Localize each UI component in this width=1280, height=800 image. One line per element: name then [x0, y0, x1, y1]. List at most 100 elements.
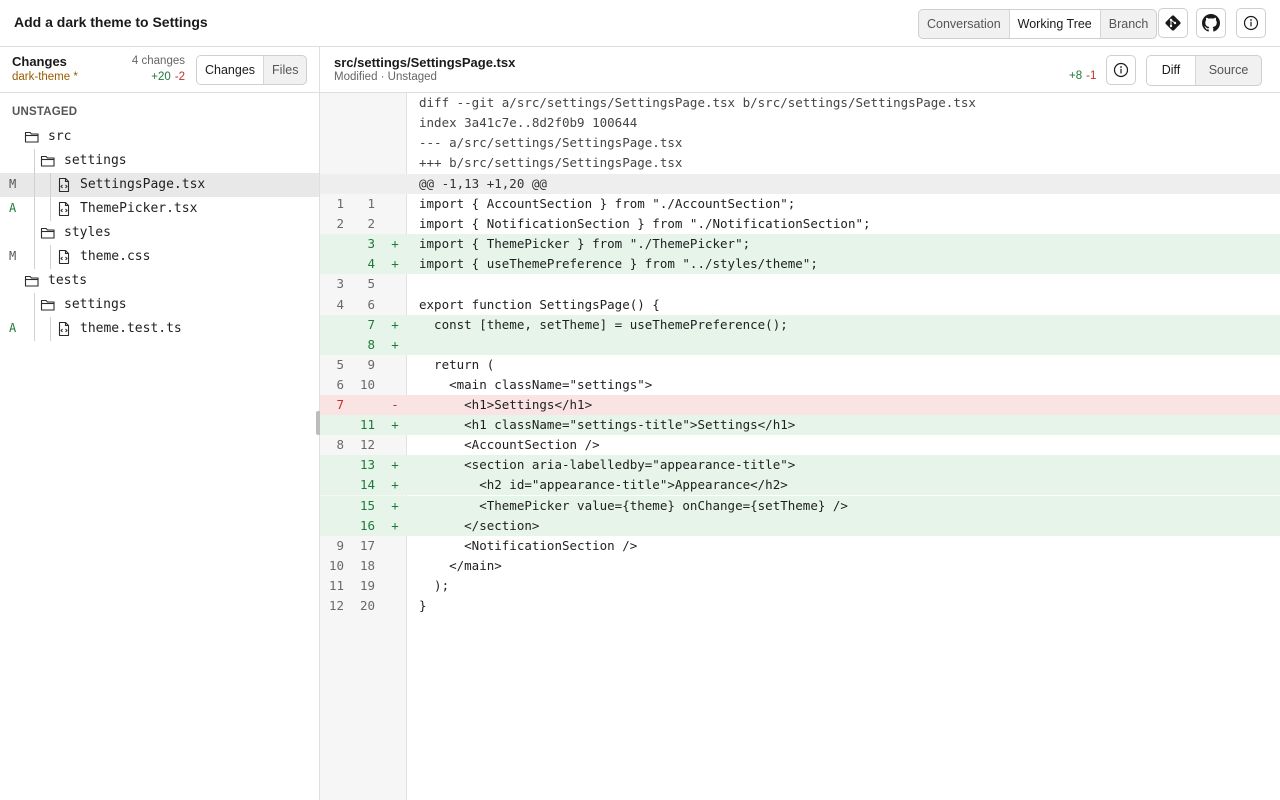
- new-line-number: 15: [359, 497, 375, 513]
- diff-header-text: --- a/src/settings/SettingsPage.tsx: [419, 135, 683, 150]
- new-line-number: 2: [367, 216, 375, 232]
- file-path: src/settings/SettingsPage.tsx: [334, 55, 516, 70]
- code-text: const [theme, setTheme] = useThemePrefer…: [419, 316, 788, 332]
- context-line: 11 19 );: [320, 576, 1280, 596]
- code-text: import { NotificationSection } from "./N…: [419, 216, 871, 232]
- branch-name: dark-theme *: [12, 71, 78, 83]
- new-line-number: 14: [359, 477, 375, 493]
- tree-item-label: theme.css: [80, 249, 151, 264]
- change-marker: +: [391, 457, 399, 473]
- code-text: import { useThemePreference } from "../s…: [419, 256, 818, 272]
- page-title: Add a dark theme to Settings: [14, 14, 208, 30]
- new-line-number: 20: [359, 598, 375, 613]
- github-button[interactable]: [1196, 8, 1226, 38]
- tree-file[interactable]: M SettingsPage.tsx: [0, 173, 319, 197]
- tree-item-label: tests: [48, 273, 88, 288]
- diff-header-text: diff --git a/src/settings/SettingsPage.t…: [419, 95, 976, 110]
- tab-changes[interactable]: Changes: [197, 56, 265, 84]
- new-line-number: 3: [367, 236, 375, 252]
- context-line: 4 6 export function SettingsPage() {: [320, 295, 1280, 315]
- old-line-number: 4: [336, 296, 344, 312]
- tree-folder[interactable]: tests: [0, 269, 319, 293]
- main-panel: src/settings/SettingsPage.tsx Modified ·…: [320, 47, 1280, 800]
- tree-folder[interactable]: settings: [0, 293, 319, 317]
- code-text: import { AccountSection } from "./Accoun…: [419, 196, 796, 211]
- diff-header-line: diff --git a/src/settings/SettingsPage.t…: [320, 93, 1280, 113]
- top-bar: Add a dark theme to Settings Conversatio…: [0, 0, 1280, 47]
- new-line-number: 6: [367, 296, 375, 312]
- tab-diff[interactable]: Diff: [1147, 56, 1196, 85]
- new-line-number: 10: [359, 376, 375, 392]
- tree-item-label: ThemePicker.tsx: [80, 201, 198, 216]
- file-status-badge: M: [9, 249, 17, 263]
- context-line: 9 17 <NotificationSection />: [320, 536, 1280, 556]
- indent-guide: [34, 245, 35, 269]
- old-line-number: 10: [328, 557, 344, 573]
- old-line-number: 2: [336, 216, 344, 232]
- old-line-number: 9: [336, 537, 344, 553]
- old-line-number: 7: [336, 397, 344, 412]
- added-line: 3 + import { ThemePicker } from "./ThemePi…: [320, 234, 1280, 255]
- change-marker: +: [391, 256, 399, 272]
- tab-source[interactable]: Source: [1196, 56, 1261, 85]
- sidebar: Changes dark-theme * 4 changes +20 -2 Cha…: [0, 47, 320, 800]
- new-line-number: 5: [367, 276, 375, 292]
- diff-header-line: +++ b/src/settings/SettingsPage.tsx: [320, 153, 1280, 173]
- code-text: <h2 id="appearance-title">Appearance</h2…: [419, 477, 788, 493]
- tree-folder[interactable]: src: [0, 125, 319, 149]
- view-switcher: Conversation Working Tree Branch: [918, 9, 1158, 39]
- context-line: 5 9 return (: [320, 355, 1280, 375]
- sidebar-header: Changes dark-theme * 4 changes +20 -2 Cha…: [0, 47, 319, 93]
- context-line: 6 10 <main className="settings">: [320, 375, 1280, 395]
- tab-conversation[interactable]: Conversation: [919, 10, 1010, 38]
- new-line-number: 18: [359, 557, 375, 573]
- tab-files[interactable]: Files: [264, 56, 306, 84]
- git-icon: [1165, 15, 1181, 31]
- new-line-number: 19: [359, 577, 375, 593]
- added-line: 8 +: [320, 334, 1280, 355]
- code-text: </section>: [419, 517, 540, 533]
- indent-guide: [34, 293, 35, 317]
- file-code-icon: [56, 177, 72, 193]
- code-text: export function SettingsPage() {: [419, 296, 660, 312]
- added-line: 15 + <ThemePicker value={theme} onChange=…: [320, 495, 1280, 516]
- tree-file[interactable]: Mtheme.css: [0, 245, 319, 269]
- view-mode-switcher: Diff Source: [1146, 55, 1262, 86]
- info-button[interactable]: [1236, 8, 1266, 38]
- added-line: 11 + <h1 className="settings-title">Setti…: [320, 415, 1280, 436]
- context-line: 8 12 <AccountSection />: [320, 435, 1280, 455]
- indent-guide: [50, 317, 51, 341]
- file-info-button[interactable]: [1106, 55, 1136, 85]
- tab-working-tree[interactable]: Working Tree: [1009, 10, 1101, 38]
- old-line-number: 1: [336, 196, 344, 211]
- tree-item-label: theme.test.ts: [80, 321, 182, 336]
- change-stats: +20 -2: [151, 71, 185, 83]
- git-button[interactable]: [1158, 8, 1188, 38]
- github-icon: [1202, 14, 1220, 32]
- tree-file[interactable]: Atheme.test.ts: [0, 317, 319, 341]
- diff-header-text: +++ b/src/settings/SettingsPage.tsx: [419, 155, 683, 170]
- new-line-number: 7: [367, 316, 375, 332]
- removed-line: 7 - <h1>Settings</h1>: [320, 395, 1280, 415]
- change-marker: +: [391, 517, 399, 533]
- tab-branch[interactable]: Branch: [1101, 10, 1157, 38]
- code-text: <h1 className="settings-title">Settings<…: [419, 417, 796, 433]
- tree-file[interactable]: A ThemePicker.tsx: [0, 197, 319, 221]
- tree-folder[interactable]: styles: [0, 221, 319, 245]
- new-line-number: 13: [359, 457, 375, 473]
- file-status: Modified · Unstaged: [334, 71, 437, 83]
- change-marker: +: [391, 336, 399, 352]
- indent-guide: [34, 173, 35, 197]
- file-tree: src settings M SettingsPage.tsx A ThemePicker…: [0, 125, 319, 341]
- diff-view[interactable]: diff --git a/src/settings/SettingsPage.t…: [320, 93, 1280, 800]
- diff-header-line: --- a/src/settings/SettingsPage.tsx: [320, 133, 1280, 153]
- added-line: 7 + const [theme, setTheme] = useThemePre…: [320, 314, 1280, 335]
- new-line-number: 8: [367, 336, 375, 352]
- tree-item-label: settings: [64, 153, 127, 168]
- old-line-number: 6: [336, 376, 344, 392]
- old-line-number: 12: [328, 598, 344, 613]
- file-header: src/settings/SettingsPage.tsx Modified ·…: [320, 47, 1280, 93]
- tree-folder[interactable]: settings: [0, 149, 319, 173]
- info-icon: [1113, 62, 1129, 78]
- new-line-number: 16: [359, 517, 375, 533]
